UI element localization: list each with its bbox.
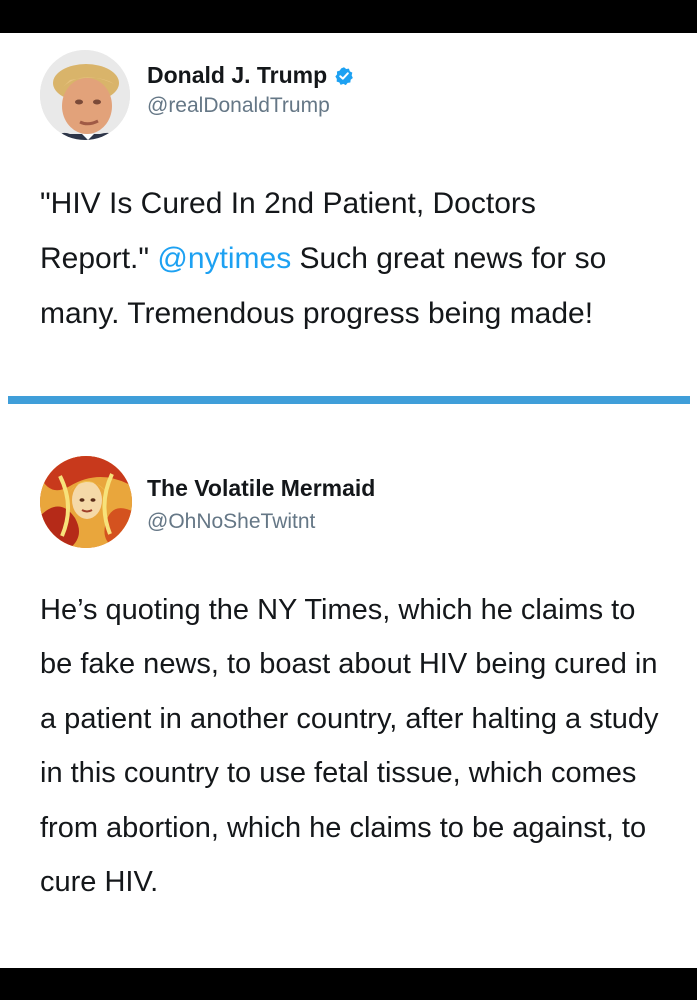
divider — [8, 396, 690, 404]
avatar[interactable] — [40, 456, 132, 548]
display-name[interactable]: Donald J. Trump — [147, 62, 327, 89]
profile-photo-icon — [40, 50, 130, 140]
mention-link[interactable]: @nytimes — [157, 242, 291, 275]
top-black-bar — [0, 0, 697, 33]
handle[interactable]: @OhNoSheTwitnt — [147, 510, 315, 534]
handle[interactable]: @realDonaldTrump — [147, 94, 330, 118]
tweet-trump: Donald J. Trump @realDonaldTrump "HIV Is… — [0, 33, 697, 398]
tweet-mermaid: The Volatile Mermaid @OhNoSheTwitnt He’s… — [0, 406, 697, 968]
name-row: Donald J. Trump — [147, 62, 354, 89]
display-name[interactable]: The Volatile Mermaid — [147, 475, 375, 502]
name-row: The Volatile Mermaid — [147, 475, 375, 502]
avatar[interactable] — [40, 50, 130, 140]
verified-badge-icon — [335, 66, 354, 85]
tweet-text: He’s quoting the NY Times, which he clai… — [40, 594, 659, 899]
bottom-black-bar — [0, 968, 697, 1000]
profile-photo-icon — [40, 456, 132, 548]
tweet-text: "HIV Is Cured In 2nd Patient, Doctors Re… — [40, 176, 650, 341]
screenshot-card: Donald J. Trump @realDonaldTrump "HIV Is… — [0, 33, 697, 968]
